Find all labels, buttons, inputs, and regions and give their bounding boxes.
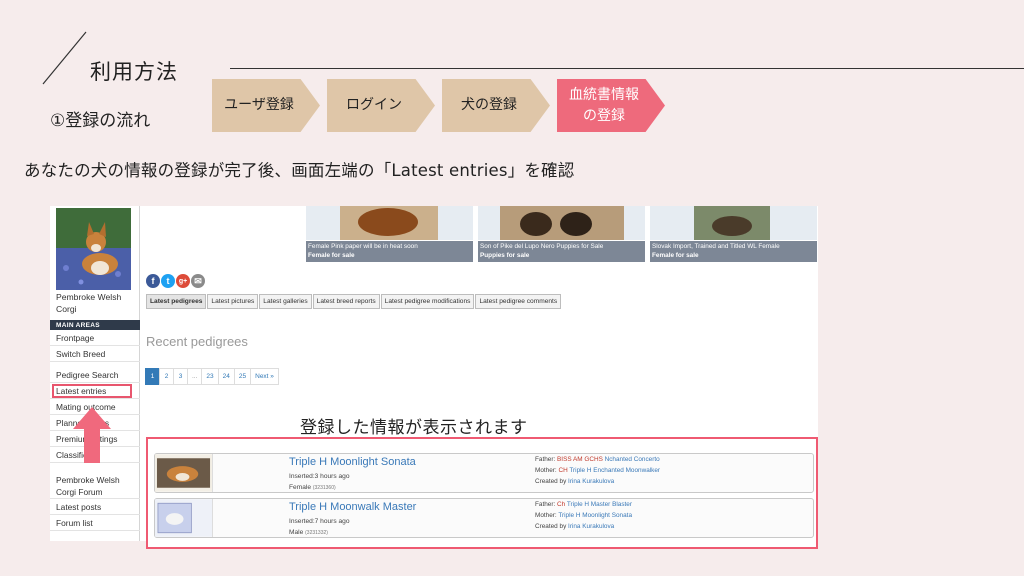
classified-thumbnails: Female Pink paper will be in heat soon Fe…	[306, 206, 818, 262]
tab-latest-pictures[interactable]: Latest pictures	[207, 294, 259, 309]
instruction-text: あなたの犬の情報の登録が完了後、画面左端の「Latest entries」を確認	[24, 161, 575, 180]
step-pedigree-registration: 血統書情報 の登録	[557, 79, 665, 132]
step-login: ログイン	[327, 79, 435, 132]
latest-entries-highlight	[52, 384, 132, 398]
father-link[interactable]: Triple H Master Blaster	[567, 501, 632, 508]
list-item[interactable]: Triple H Moonwalk Master Inserted:7 hour…	[154, 498, 814, 538]
corgi-photo	[56, 208, 131, 290]
googleplus-icon[interactable]: g+	[176, 274, 190, 288]
slide-title: 利用方法	[90, 60, 178, 84]
page-24-button[interactable]: 24	[217, 368, 235, 385]
tab-latest-pedigree-comments[interactable]: Latest pedigree comments	[475, 294, 562, 309]
dog-thumbnail-image	[478, 206, 645, 240]
sidebar-item-switch-breed[interactable]: Switch Breed	[50, 346, 140, 362]
entry-name-link[interactable]: Triple H Moonlight Sonata	[289, 456, 416, 468]
callout-note: 登録した情報が表示されます	[296, 413, 532, 438]
slide-subtitle: ①登録の流れ	[50, 111, 151, 131]
page-1-button[interactable]: 1	[145, 368, 160, 385]
entry-creator: Created by Irina Kurakulova	[535, 523, 615, 530]
dog-thumbnail-image	[306, 206, 473, 240]
sidebar-item-forum-list[interactable]: Forum list	[50, 515, 140, 531]
father-link[interactable]: Nchanted Concerto	[605, 456, 660, 463]
pagination: 1 2 3 ... 23 24 25 Next »	[145, 368, 279, 385]
dog-photo-thumbnail	[155, 454, 213, 492]
title-rule	[230, 68, 1024, 69]
recent-entries-highlight: Triple H Moonlight Sonata Inserted:3 hou…	[146, 437, 818, 549]
social-share-bar: f t g+ ✉	[146, 274, 205, 288]
sidebar: Pembroke Welsh Corgi MAIN AREAS Frontpag…	[50, 206, 140, 541]
creator-link[interactable]: Irina Kurakulova	[568, 478, 614, 485]
entry-sex: Male (3231332)	[289, 529, 328, 536]
step-dog-registration: 犬の登録	[442, 79, 550, 132]
tab-latest-galleries[interactable]: Latest galleries	[259, 294, 312, 309]
mother-link[interactable]: Triple H Moonlight Sonata	[558, 512, 632, 519]
page-ellipsis: ...	[187, 368, 203, 385]
main-areas-heading: MAIN AREAS	[50, 320, 140, 330]
sidebar-item-pedigree-search[interactable]: Pedigree Search	[50, 367, 140, 383]
list-item[interactable]: Triple H Moonlight Sonata Inserted:3 hou…	[154, 453, 814, 493]
email-icon[interactable]: ✉	[191, 274, 205, 288]
main-areas-menu: MAIN AREAS Frontpage Switch Breed	[50, 320, 140, 362]
entry-creator: Created by Irina Kurakulova	[535, 478, 615, 485]
sidebar-item-frontpage[interactable]: Frontpage	[50, 330, 140, 346]
entry-mother: Mother: CH Triple H Enchanted Moonwalker	[535, 467, 661, 474]
forum-menu: Pembroke Welsh Corgi Forum Latest posts …	[50, 473, 140, 531]
entry-sex: Female (3231360)	[289, 484, 336, 491]
latest-tabs: Latest pedigrees Latest pictures Latest …	[146, 294, 562, 309]
entry-inserted-time: Inserted:7 hours ago	[289, 518, 350, 525]
title-slash-decoration	[42, 31, 87, 85]
sidebar-item-latest-posts[interactable]: Latest posts	[50, 499, 140, 515]
tab-latest-pedigrees[interactable]: Latest pedigrees	[146, 294, 207, 309]
entry-name-link[interactable]: Triple H Moonwalk Master	[289, 501, 416, 513]
sidebar-item-forum[interactable]: Pembroke Welsh Corgi Forum	[50, 473, 140, 499]
entry-inserted-time: Inserted:3 hours ago	[289, 473, 350, 480]
page-3-button[interactable]: 3	[173, 368, 188, 385]
entry-father: Father: Ch Triple H Master Blaster	[535, 501, 632, 508]
page-2-button[interactable]: 2	[159, 368, 174, 385]
page-23-button[interactable]: 23	[201, 368, 219, 385]
recent-pedigrees-heading: Recent pedigrees	[146, 334, 248, 349]
entry-father: Father: BISS AM GCHS Nchanted Concerto	[535, 456, 660, 463]
dog-thumbnail-image	[650, 206, 817, 240]
up-arrow-indicator	[73, 407, 111, 463]
step-user-registration: ユーザ登録	[212, 79, 320, 132]
mother-link[interactable]: Triple H Enchanted Moonwalker	[569, 467, 660, 474]
twitter-icon[interactable]: t	[161, 274, 175, 288]
tab-latest-breed-reports[interactable]: Latest breed reports	[312, 294, 380, 309]
page-25-button[interactable]: 25	[233, 368, 252, 385]
next-page-button[interactable]: Next »	[250, 368, 279, 385]
tab-latest-pedigree-modifications[interactable]: Latest pedigree modifications	[380, 294, 475, 309]
breed-name[interactable]: Pembroke Welsh Corgi	[56, 291, 121, 315]
classified-thumb[interactable]: Slovak Import, Trained and Titled WL Fem…	[650, 206, 817, 262]
facebook-icon[interactable]: f	[146, 274, 160, 288]
classified-thumb[interactable]: Son of Pike del Lupo Nero Puppies for Sa…	[478, 206, 645, 262]
classified-thumb[interactable]: Female Pink paper will be in heat soon Fe…	[306, 206, 473, 262]
entry-mother: Mother: Triple H Moonlight Sonata	[535, 512, 632, 519]
creator-link[interactable]: Irina Kurakulova	[568, 523, 614, 530]
dog-photo-thumbnail	[155, 499, 213, 537]
